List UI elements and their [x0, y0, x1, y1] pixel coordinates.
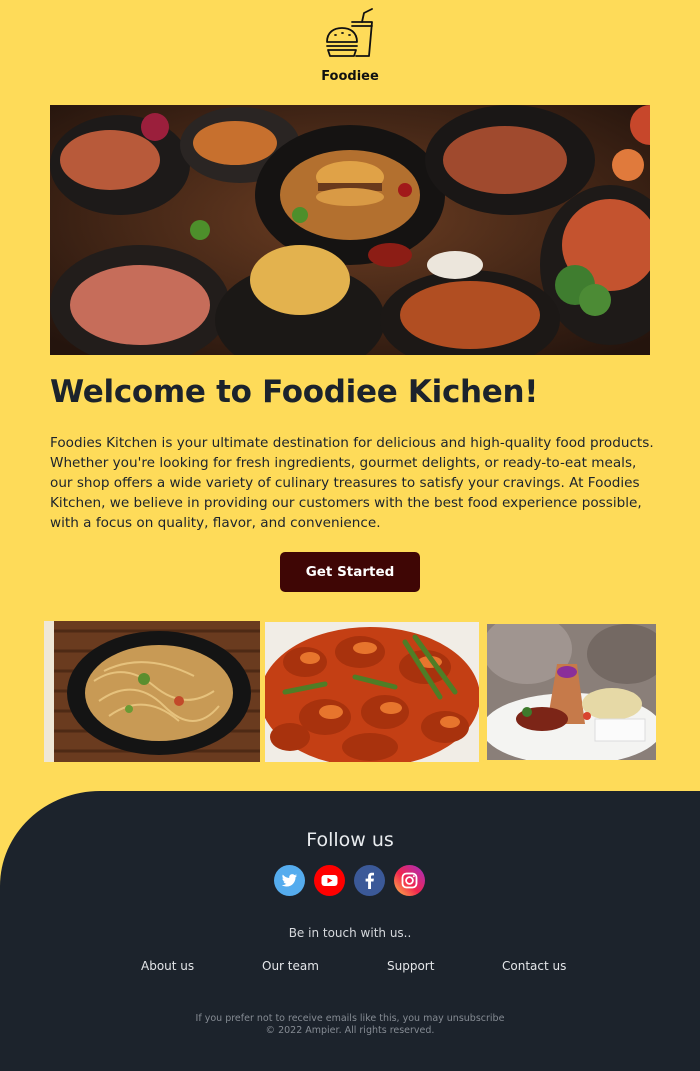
unsubscribe-text[interactable]: If you prefer not to receive emails like… [0, 1013, 700, 1025]
get-started-button[interactable]: Get Started [280, 552, 420, 592]
noodles-photo [44, 621, 260, 762]
copyright-text: © 2022 Ampier. All rights reserved. [265, 1025, 435, 1036]
twitter-icon[interactable] [274, 865, 305, 896]
be-in-touch-text: Be in touch with us.. [288, 926, 412, 940]
contact-us-link[interactable]: Contact us [502, 959, 566, 973]
social-links [274, 865, 426, 897]
our-team-link[interactable]: Our team [262, 959, 319, 973]
hero-image [50, 105, 650, 355]
brand-name: Foodiee [321, 69, 379, 84]
burger-drink-icon [324, 8, 376, 60]
footer-fine-print: If you prefer not to receive emails like… [0, 1013, 700, 1037]
support-link[interactable]: Support [387, 959, 434, 973]
about-us-link[interactable]: About us [141, 959, 194, 973]
email-header: Foodiee [0, 0, 700, 100]
glazed-chicken-photo [265, 622, 479, 762]
footer-links: About us Our team Support Contact us [0, 959, 700, 979]
follow-us-heading: Follow us [306, 829, 394, 851]
intro-paragraph: Foodies Kitchen is your ultimate destina… [50, 435, 654, 531]
youtube-icon[interactable] [314, 865, 345, 896]
instagram-icon[interactable] [394, 865, 425, 896]
plated-dish-photo [487, 624, 656, 760]
page-title: Welcome to Foodiee Kichen! [50, 374, 539, 410]
footer: Follow us Be in touch with us.. About us… [0, 791, 700, 1071]
facebook-icon[interactable] [354, 865, 385, 896]
